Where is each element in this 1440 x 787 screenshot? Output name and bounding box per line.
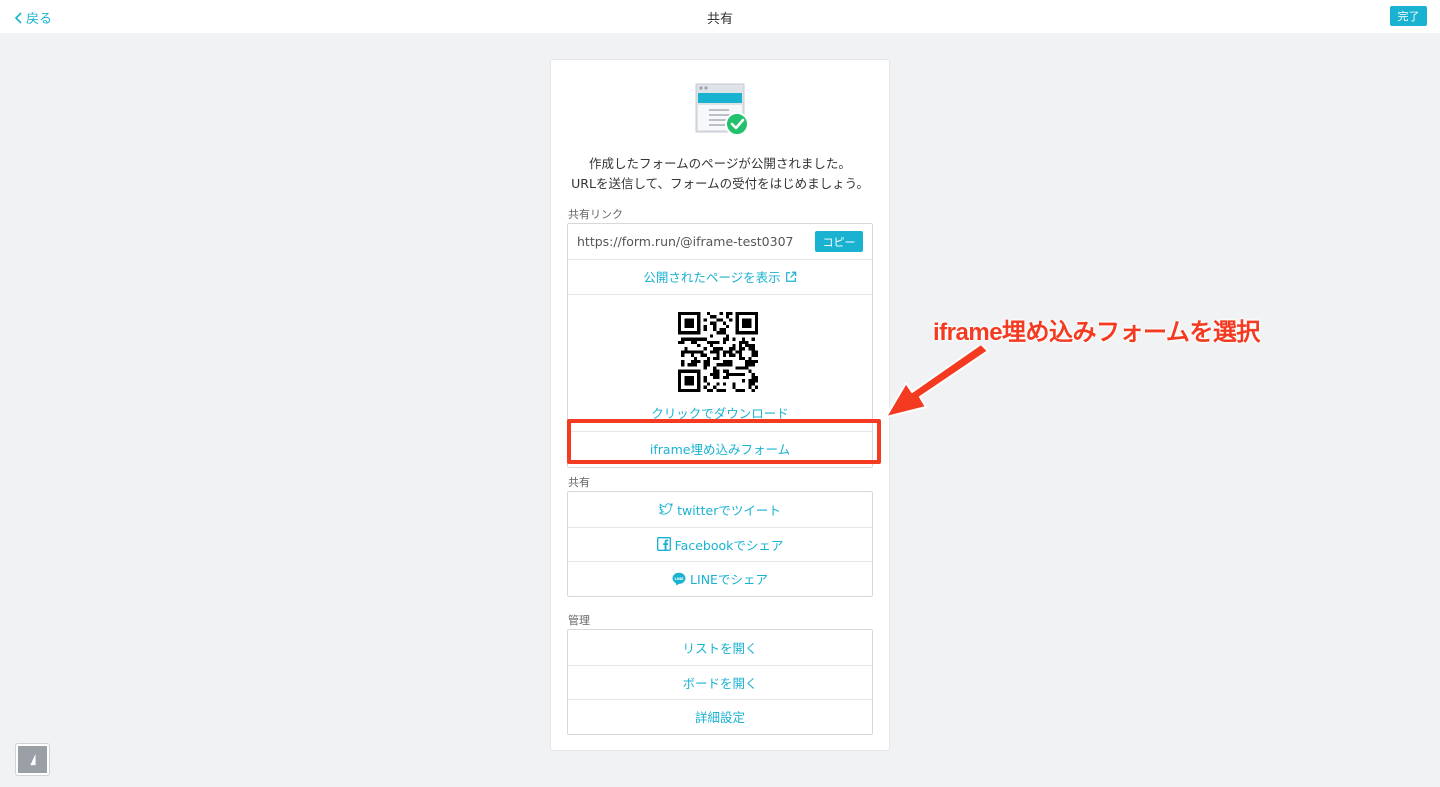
manage-section-label: 管理 (568, 614, 590, 627)
intro-text: 作成したフォームのページが公開されました。 URLを送信して、フォームの受付をは… (551, 154, 889, 194)
app-logo-icon (30, 753, 36, 766)
highlight-box (567, 419, 881, 464)
help-widget-button[interactable] (16, 744, 49, 775)
external-link-icon (785, 271, 796, 282)
page-title: 共有 (706, 12, 733, 27)
qr-code-icon[interactable] (678, 311, 758, 392)
share-link-label: 共有リンク (568, 208, 623, 221)
facebook-icon (656, 537, 671, 552)
open-list-button[interactable]: リストを開く (568, 630, 872, 665)
manage-box: リストを開く ボードを開く 詳細設定 (567, 629, 873, 735)
share-box: twitterでツイート Facebookでシェア LINE LINEでシェア (567, 491, 873, 597)
top-bar: 戻る 共有 完了 (0, 0, 1440, 33)
share-card: 作成したフォームのページが公開されました。 URLを送信して、フォームの受付をは… (550, 59, 890, 751)
intro-line-2: URLを送信して、フォームの受付をはじめましょう。 (571, 176, 869, 191)
url-row: https://form.run/@iframe-test0307 コピー (568, 224, 872, 259)
svg-text:LINE: LINE (675, 577, 685, 581)
open-board-button[interactable]: ボードを開く (568, 664, 872, 700)
annotation-callout: iframe埋め込みフォームを選択 (933, 319, 1260, 346)
twitter-icon (659, 503, 673, 515)
annotation-arrow-icon (885, 345, 989, 418)
copy-button[interactable]: コピー (815, 231, 863, 252)
share-section-label: 共有 (568, 476, 590, 489)
line-icon: LINE (672, 572, 686, 586)
share-url[interactable]: https://form.run/@iframe-test0307 (577, 234, 794, 249)
facebook-label: Facebookでシェア (674, 537, 784, 553)
view-page-link[interactable]: 公開されたページを表示 (568, 259, 872, 294)
intro-line-1: 作成したフォームのページが公開されました。 (589, 156, 851, 171)
published-page-icon (695, 83, 749, 136)
detail-settings-button[interactable]: 詳細設定 (568, 699, 872, 734)
line-share-button[interactable]: LINE LINEでシェア (568, 561, 872, 596)
facebook-share-button[interactable]: Facebookでシェア (568, 526, 872, 562)
done-button[interactable]: 完了 (1390, 6, 1427, 26)
twitter-label: twitterでツイート (677, 502, 781, 518)
twitter-share-button[interactable]: twitterでツイート (568, 492, 872, 527)
view-page-label: 公開されたページを表示 (643, 270, 781, 286)
line-label: LINEでシェア (690, 572, 768, 588)
